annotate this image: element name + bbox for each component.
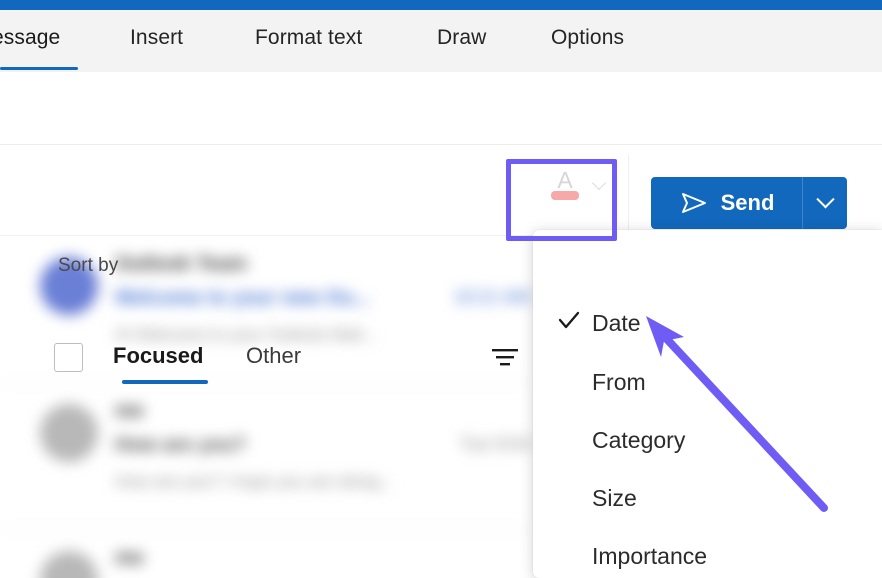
font-color-a-icon: A — [551, 167, 579, 200]
menu-item-label: Size — [592, 484, 637, 511]
ribbon-tab-options[interactable]: Options — [551, 26, 624, 50]
menu-item-importance[interactable]: Importance — [533, 533, 882, 578]
message-subject: Welcome to your new Ou... — [115, 287, 371, 309]
menu-item-size[interactable]: Size — [533, 475, 882, 521]
ribbon-tab-format-text[interactable]: Format text — [255, 26, 362, 50]
message-sender: me — [115, 547, 144, 569]
menu-item-label: From — [592, 368, 646, 395]
message-list-header: Focused Other — [0, 155, 587, 384]
message-date: Tue 9:04 — [459, 434, 530, 454]
menu-item-label: Importance — [592, 542, 708, 569]
message-subject: How are you? — [115, 434, 247, 456]
ribbon-tab-insert[interactable]: Insert — [130, 26, 183, 50]
menu-item-category[interactable]: Category — [533, 417, 882, 463]
list-item[interactable]: me How are you? How are you? I hope you … — [0, 382, 540, 530]
send-options-chevron-down-icon[interactable] — [803, 177, 847, 229]
message-preview: How are you? I hope you are doing... — [115, 472, 394, 491]
ribbon-tab-bar: essage Insert Format text Draw Options — [0, 10, 882, 73]
avatar — [40, 551, 98, 578]
filter-icon — [492, 349, 518, 366]
menu-item-date[interactable]: Date — [533, 300, 882, 346]
message-sender: Outlook Team — [115, 253, 247, 275]
message-preview: Hi Welcome to your Outlook Mail... — [115, 325, 377, 344]
window-accent-strip — [0, 0, 882, 10]
send-button-label: Send — [720, 190, 775, 215]
formatting-toolbar: 9 B I U S A Ab — [0, 72, 882, 204]
avatar — [40, 404, 98, 462]
checkmark-icon — [558, 311, 580, 329]
pivot-active-underline — [122, 380, 208, 384]
ribbon-tab-message[interactable]: essage — [0, 26, 60, 50]
menu-item-from[interactable]: From — [533, 359, 882, 405]
pivot-other[interactable]: Other — [246, 343, 301, 369]
send-plane-icon — [681, 193, 706, 213]
outlook-compose-screenshot: essage Insert Format text Draw Options 9… — [0, 0, 882, 578]
list-item[interactable]: me — [0, 529, 540, 578]
send-button-main[interactable]: Send — [651, 177, 803, 229]
menu-item-label: Category — [592, 426, 686, 453]
menu-item-label: Date — [592, 309, 641, 336]
filter-button[interactable] — [490, 341, 520, 371]
select-all-checkbox[interactable] — [54, 343, 83, 372]
message-list[interactable]: Outlook Team Welcome to your new Ou... H… — [0, 235, 540, 578]
svg-text:A: A — [557, 167, 573, 193]
message-date: 10:21 AM — [453, 287, 530, 307]
ribbon-tab-draw[interactable]: Draw — [437, 26, 486, 50]
font-color-button[interactable]: A — [543, 160, 587, 204]
ribbon-tab-active-underline — [0, 67, 78, 70]
font-color-caret-chevron-down-icon[interactable] — [592, 176, 608, 192]
message-sender: me — [115, 400, 144, 422]
send-button[interactable]: Send — [651, 177, 847, 229]
pivot-focused[interactable]: Focused — [113, 343, 203, 369]
sort-by-menu-title: Sort by — [58, 255, 119, 276]
